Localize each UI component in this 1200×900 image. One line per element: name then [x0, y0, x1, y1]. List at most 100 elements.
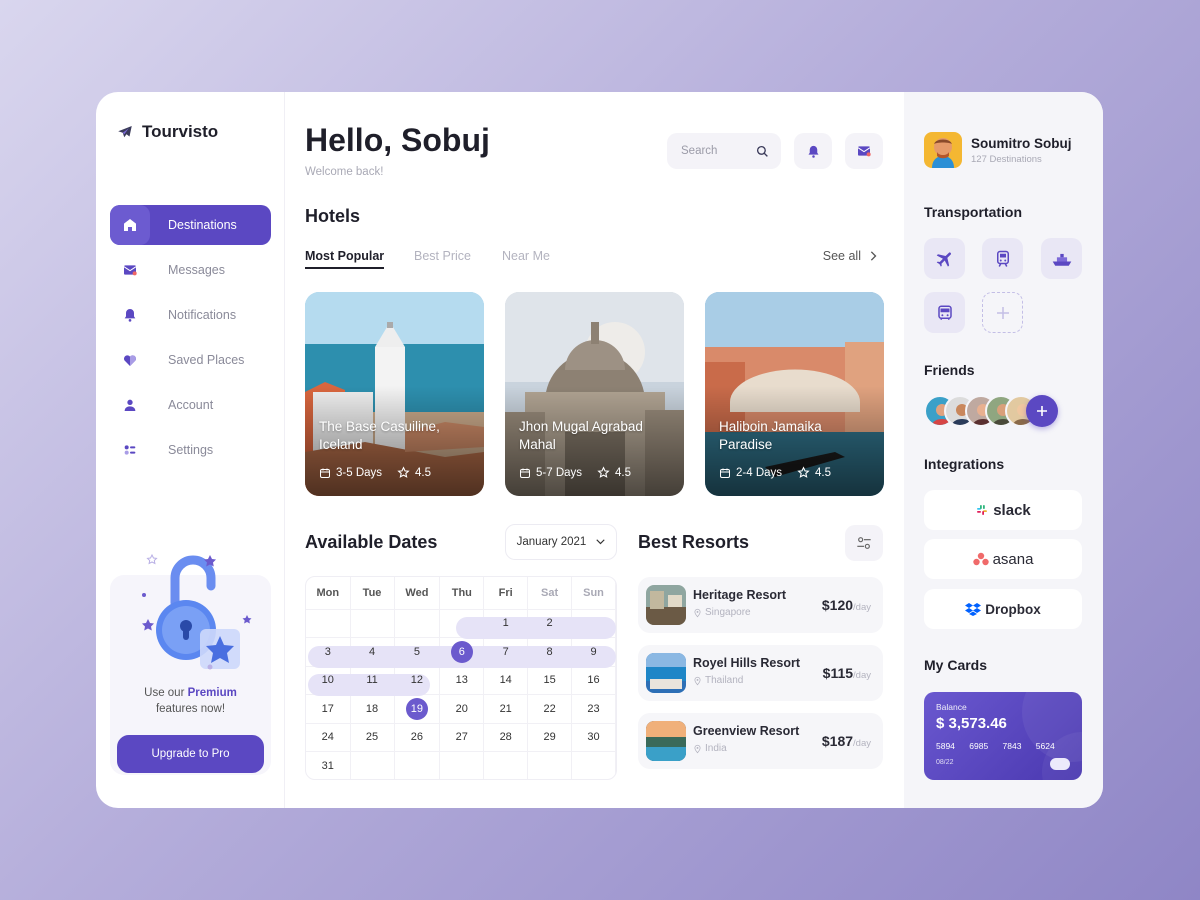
transport-train[interactable]: [982, 238, 1023, 279]
resort-item[interactable]: Greenview Resort India $187/day: [638, 713, 883, 769]
card-balance: $ 3,573.46: [936, 715, 1007, 732]
tab-best-price[interactable]: Best Price: [414, 249, 471, 263]
calendar-empty-cell: [350, 751, 395, 779]
hotels-heading: Hotels: [305, 206, 361, 226]
upgrade-button[interactable]: Upgrade to Pro: [117, 735, 264, 773]
sidebar-item-destinations[interactable]: Destinations: [110, 205, 271, 245]
hotel-name: The Base Casuiline, Iceland: [319, 419, 440, 452]
calendar-day-number: 29: [543, 731, 556, 744]
calendar-icon: [320, 468, 330, 478]
star-icon: [397, 466, 410, 478]
calendar-day[interactable]: 17: [306, 694, 351, 724]
weekday-label: Mon: [306, 577, 351, 610]
tab-most-popular[interactable]: Most Popular: [305, 249, 385, 269]
hotel-card[interactable]: Haliboin Jamaika Paradise 2-4 Days 4.5: [705, 292, 884, 496]
sidebar-item-settings[interactable]: Settings: [110, 430, 271, 470]
app-name: Tourvisto: [142, 122, 219, 141]
sidebar-item-label: Notifications: [168, 308, 237, 322]
calendar-day[interactable]: 21: [483, 694, 529, 724]
calendar-day-number: 30: [587, 731, 600, 744]
calendar-day[interactable]: 29: [527, 723, 573, 752]
available-dates-heading: Available Dates: [305, 532, 438, 552]
weekday-label: Wed: [394, 577, 441, 610]
month-select[interactable]: January 2021: [505, 524, 617, 560]
calendar-day[interactable]: 25: [350, 723, 395, 752]
calendar-day[interactable]: 26: [394, 723, 441, 752]
calendar-day[interactable]: 24: [306, 723, 351, 752]
resort-price-unit: /day: [853, 602, 871, 613]
integration-dropbox[interactable]: Dropbox: [924, 589, 1082, 629]
calendar-day[interactable]: 18: [350, 694, 395, 724]
calendar-day[interactable]: 16: [571, 666, 616, 695]
integration-asana[interactable]: asana: [924, 539, 1082, 579]
hotel-card[interactable]: Jhon Mugal Agrabad Mahal 5-7 Days 4.5: [505, 292, 684, 496]
see-all-link[interactable]: See all: [823, 249, 877, 263]
plane-icon: [936, 251, 951, 267]
resort-location-text: India: [705, 743, 727, 754]
search-icon[interactable]: [756, 145, 769, 158]
sidebar-item-label: Destinations: [168, 218, 237, 232]
calendar-empty-cell: [394, 751, 441, 779]
calendar-day[interactable]: 22: [527, 694, 573, 724]
hotel-name: Haliboin Jamaika Paradise: [719, 419, 822, 452]
calendar-day[interactable]: 19: [394, 694, 441, 724]
resort-item[interactable]: Royel Hills Resort Thailand $115/day: [638, 645, 883, 701]
resort-item[interactable]: Heritage Resort Singapore $120/day: [638, 577, 883, 633]
location-pin-icon: [694, 744, 701, 753]
calendar-day[interactable]: 27: [439, 723, 485, 752]
sidebar-item-messages[interactable]: Messages: [110, 250, 271, 290]
calendar-day-number: 23: [587, 702, 600, 715]
resort-location: Singapore: [693, 607, 751, 618]
hotel-rating: 4.5: [815, 466, 832, 479]
messages-button[interactable]: [845, 133, 883, 169]
add-friend-button[interactable]: [1026, 395, 1058, 427]
best-resorts-heading: Best Resorts: [638, 532, 750, 552]
unlock-illustration-icon: [142, 553, 252, 670]
profile[interactable]: Soumitro Sobuj 127 Destinations: [924, 132, 1072, 168]
calendar-empty-cell: [527, 751, 573, 779]
calendar-day-number: 5: [413, 645, 420, 658]
star-icon: [797, 466, 810, 478]
calendar-day[interactable]: 31: [306, 751, 351, 779]
calendar-day[interactable]: 15: [527, 666, 573, 695]
calendar-empty-cell: [571, 751, 616, 779]
hotel-meta: 3-5 Days 4.5: [319, 466, 431, 479]
tab-near-me[interactable]: Near Me: [502, 249, 550, 263]
transport-bus[interactable]: [924, 292, 965, 333]
sidebar-item-account[interactable]: Account: [110, 385, 271, 425]
transport-plane[interactable]: [924, 238, 965, 279]
sidebar-item-notifications[interactable]: Notifications: [110, 295, 271, 335]
calendar-day[interactable]: 20: [439, 694, 485, 724]
weekday-label: Thu: [439, 577, 485, 610]
add-icon: [1037, 406, 1047, 416]
search-input[interactable]: Search: [667, 133, 781, 169]
resort-location-text: Thailand: [705, 675, 744, 686]
transport-ship[interactable]: [1041, 238, 1082, 279]
calendar-day-number: 22: [543, 702, 556, 715]
calendar-week: 17 18 19 20 21 22 23: [306, 694, 616, 724]
my-cards-heading: My Cards: [924, 657, 988, 673]
dropbox-icon: [965, 603, 982, 616]
add-transport-button[interactable]: [982, 292, 1023, 333]
calendar-day[interactable]: 30: [571, 723, 616, 752]
calendar-day[interactable]: 13: [439, 666, 485, 695]
integration-label: slack: [993, 501, 1031, 519]
calendar-day[interactable]: 28: [483, 723, 529, 752]
calendar-day-number: 3: [324, 645, 331, 658]
calendar-day-number: 4: [368, 645, 376, 658]
integrations-heading: Integrations: [924, 456, 1005, 472]
resort-price-value: $187: [821, 733, 854, 749]
calendar-week: 31: [306, 751, 616, 779]
app-logo[interactable]: Tourvisto: [116, 122, 218, 142]
payment-card[interactable]: Balance $ 3,573.46 5894 6985 7843 5624 0…: [924, 692, 1082, 780]
calendar-day[interactable]: 23: [571, 694, 616, 724]
calendar-icon: [520, 468, 530, 478]
chevron-down-icon: [596, 539, 606, 545]
calendar-day[interactable]: 14: [483, 666, 529, 695]
hotel-card[interactable]: The Base Casuiline, Iceland 3-5 Days 4.5: [305, 292, 484, 496]
resort-price: $120/day: [822, 597, 871, 613]
notifications-button[interactable]: [794, 133, 832, 169]
sidebar-item-saved-places[interactable]: Saved Places: [110, 340, 271, 380]
integration-slack[interactable]: slack: [924, 490, 1082, 530]
filter-button[interactable]: [845, 525, 883, 561]
